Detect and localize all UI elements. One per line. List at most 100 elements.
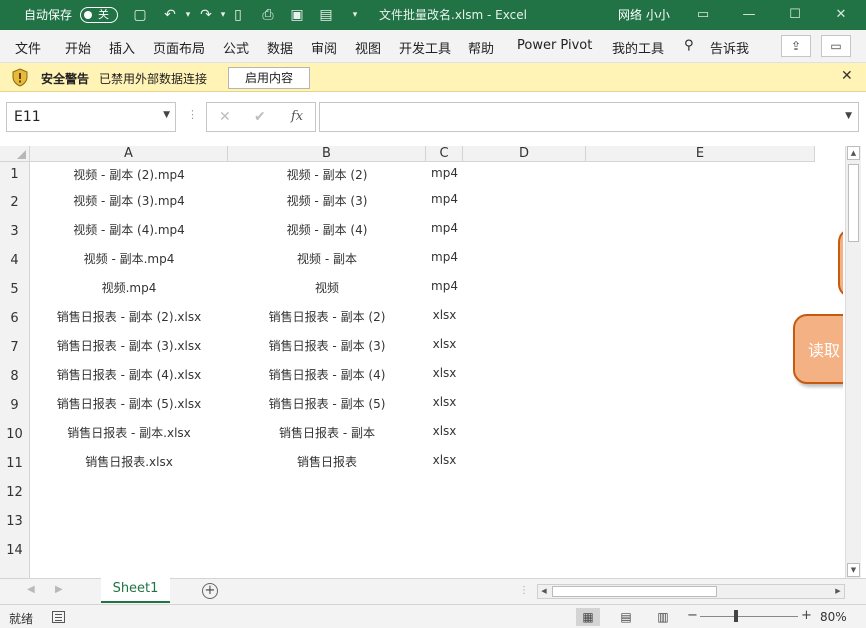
next-sheet-icon[interactable]: ▶ [55, 584, 63, 595]
insert-function-icon[interactable]: fx [291, 109, 303, 124]
row-header[interactable]: 12 [0, 478, 30, 507]
cell-a8[interactable]: 销售日报表 - 副本 (4).xlsx [30, 366, 228, 383]
tab-page-layout[interactable]: 页面布局 [153, 38, 205, 57]
zoom-slider[interactable] [700, 616, 798, 617]
cell-b2[interactable]: 视频 - 副本 (3) [228, 192, 426, 209]
cell-c4[interactable]: mp4 [426, 250, 463, 264]
tab-data[interactable]: 数据 [267, 38, 293, 57]
cell-c6[interactable]: xlsx [426, 308, 463, 322]
share-button[interactable]: ⇪ [781, 35, 811, 57]
cell-c9[interactable]: xlsx [426, 395, 463, 409]
column-header-d[interactable]: D [463, 146, 586, 162]
cell-a11[interactable]: 销售日报表.xlsx [30, 453, 228, 470]
macro-record-icon[interactable] [52, 611, 65, 623]
row-header[interactable]: 5 [0, 275, 30, 304]
zoom-level[interactable]: 80% [820, 610, 847, 624]
new-file-icon[interactable]: ▯ [228, 5, 248, 25]
prev-sheet-icon[interactable]: ◀ [27, 584, 35, 595]
row-header[interactable]: 10 [0, 420, 30, 449]
cell-a6[interactable]: 销售日报表 - 副本 (2).xlsx [30, 308, 228, 325]
customize-qat-icon[interactable]: ▾ [345, 5, 365, 25]
horizontal-scroll-thumb[interactable] [552, 586, 717, 597]
row-header[interactable]: 11 [0, 449, 30, 478]
tab-home[interactable]: 开始 [65, 38, 91, 57]
comments-button[interactable]: ▭ [821, 35, 851, 57]
scroll-up-icon[interactable]: ▲ [847, 146, 860, 160]
scroll-left-icon[interactable]: ◀ [538, 585, 550, 598]
cell-b8[interactable]: 销售日报表 - 副本 (4) [228, 366, 426, 383]
cell-a9[interactable]: 销售日报表 - 副本 (5).xlsx [30, 395, 228, 412]
cell-a2[interactable]: 视频 - 副本 (3).mp4 [30, 192, 228, 209]
cell-b4[interactable]: 视频 - 副本 [228, 250, 426, 267]
tab-split-handle-icon[interactable]: ⋮ [519, 585, 529, 596]
cell-b6[interactable]: 销售日报表 - 副本 (2) [228, 308, 426, 325]
tab-my-tools[interactable]: 我的工具 [612, 38, 664, 57]
row-header[interactable]: 13 [0, 507, 30, 536]
row-header[interactable]: 9 [0, 391, 30, 420]
row-header[interactable]: 2 [0, 188, 30, 217]
tab-formulas[interactable]: 公式 [223, 38, 249, 57]
select-all-corner[interactable] [0, 146, 30, 162]
cell-c3[interactable]: mp4 [426, 221, 463, 235]
cell-a5[interactable]: 视频.mp4 [30, 279, 228, 296]
print-preview-icon[interactable]: ⎙ [258, 5, 278, 25]
cell-b10[interactable]: 销售日报表 - 副本 [228, 424, 426, 441]
cell-a4[interactable]: 视频 - 副本.mp4 [30, 250, 228, 267]
tab-view[interactable]: 视图 [355, 38, 381, 57]
image-icon[interactable]: ▣ [287, 5, 307, 25]
enable-content-button[interactable]: 启用内容 [228, 67, 310, 89]
cell-a7[interactable]: 销售日报表 - 副本 (3).xlsx [30, 337, 228, 354]
cell-c11[interactable]: xlsx [426, 453, 463, 467]
cell-c7[interactable]: xlsx [426, 337, 463, 351]
cell-c8[interactable]: xlsx [426, 366, 463, 380]
row-header[interactable]: 1 [0, 162, 30, 188]
row-header[interactable]: 6 [0, 304, 30, 333]
vertical-scroll-thumb[interactable] [848, 164, 859, 242]
formula-input[interactable]: ▼ [319, 102, 859, 132]
cell-c2[interactable]: mp4 [426, 192, 463, 206]
undo-icon[interactable]: ↶ [160, 5, 180, 25]
expand-formula-icon[interactable]: ▼ [845, 111, 852, 121]
column-header-e[interactable]: E [586, 146, 815, 162]
save-icon[interactable]: ▢ [130, 5, 150, 25]
form-icon[interactable]: ▤ [316, 5, 336, 25]
cell-b1[interactable]: 视频 - 副本 (2) [228, 166, 426, 183]
page-break-view-icon[interactable]: ▥ [651, 608, 675, 626]
tab-insert[interactable]: 插入 [109, 38, 135, 57]
minimize-icon[interactable]: — [738, 4, 760, 26]
cell-a10[interactable]: 销售日报表 - 副本.xlsx [30, 424, 228, 441]
zoom-slider-thumb[interactable] [734, 610, 738, 622]
undo-dropdown-icon[interactable]: ▾ [178, 5, 198, 25]
zoom-out-icon[interactable]: − [687, 608, 698, 623]
tab-review[interactable]: 审阅 [311, 38, 337, 57]
cancel-icon[interactable]: ✕ [219, 109, 231, 125]
add-sheet-icon[interactable]: + [202, 583, 218, 599]
ribbon-display-icon[interactable]: ▭ [692, 4, 714, 26]
scroll-right-icon[interactable]: ▶ [832, 585, 844, 598]
search-icon[interactable]: ⚲ [684, 38, 694, 53]
maximize-icon[interactable]: ☐ [784, 4, 806, 26]
tell-me[interactable]: 告诉我 [710, 38, 749, 57]
row-header[interactable]: 3 [0, 217, 30, 246]
cell-c1[interactable]: mp4 [426, 166, 463, 180]
tab-help[interactable]: 帮助 [468, 38, 494, 57]
close-warning-icon[interactable]: ✕ [841, 68, 853, 84]
tab-developer[interactable]: 开发工具 [399, 38, 451, 57]
column-header-c[interactable]: C [426, 146, 463, 162]
cell-a1[interactable]: 视频 - 副本 (2).mp4 [30, 166, 228, 183]
row-header[interactable]: 4 [0, 246, 30, 275]
normal-view-icon[interactable]: ▦ [576, 608, 600, 626]
tab-sheet1[interactable]: Sheet1 [101, 578, 170, 603]
cell-c10[interactable]: xlsx [426, 424, 463, 438]
cell-b3[interactable]: 视频 - 副本 (4) [228, 221, 426, 238]
tab-power-pivot[interactable]: Power Pivot [517, 38, 592, 53]
page-layout-view-icon[interactable]: ▤ [614, 608, 638, 626]
user-name[interactable]: 网络 小小 [618, 6, 670, 23]
horizontal-scrollbar[interactable]: ◀ ▶ [537, 584, 845, 599]
autosave-toggle[interactable]: 关 [80, 7, 118, 23]
column-header-b[interactable]: B [228, 146, 426, 162]
name-box[interactable]: E11 ▼ [6, 102, 176, 132]
cell-c5[interactable]: mp4 [426, 279, 463, 293]
chevron-down-icon[interactable]: ▼ [163, 110, 170, 120]
enter-icon[interactable]: ✔ [254, 109, 266, 125]
